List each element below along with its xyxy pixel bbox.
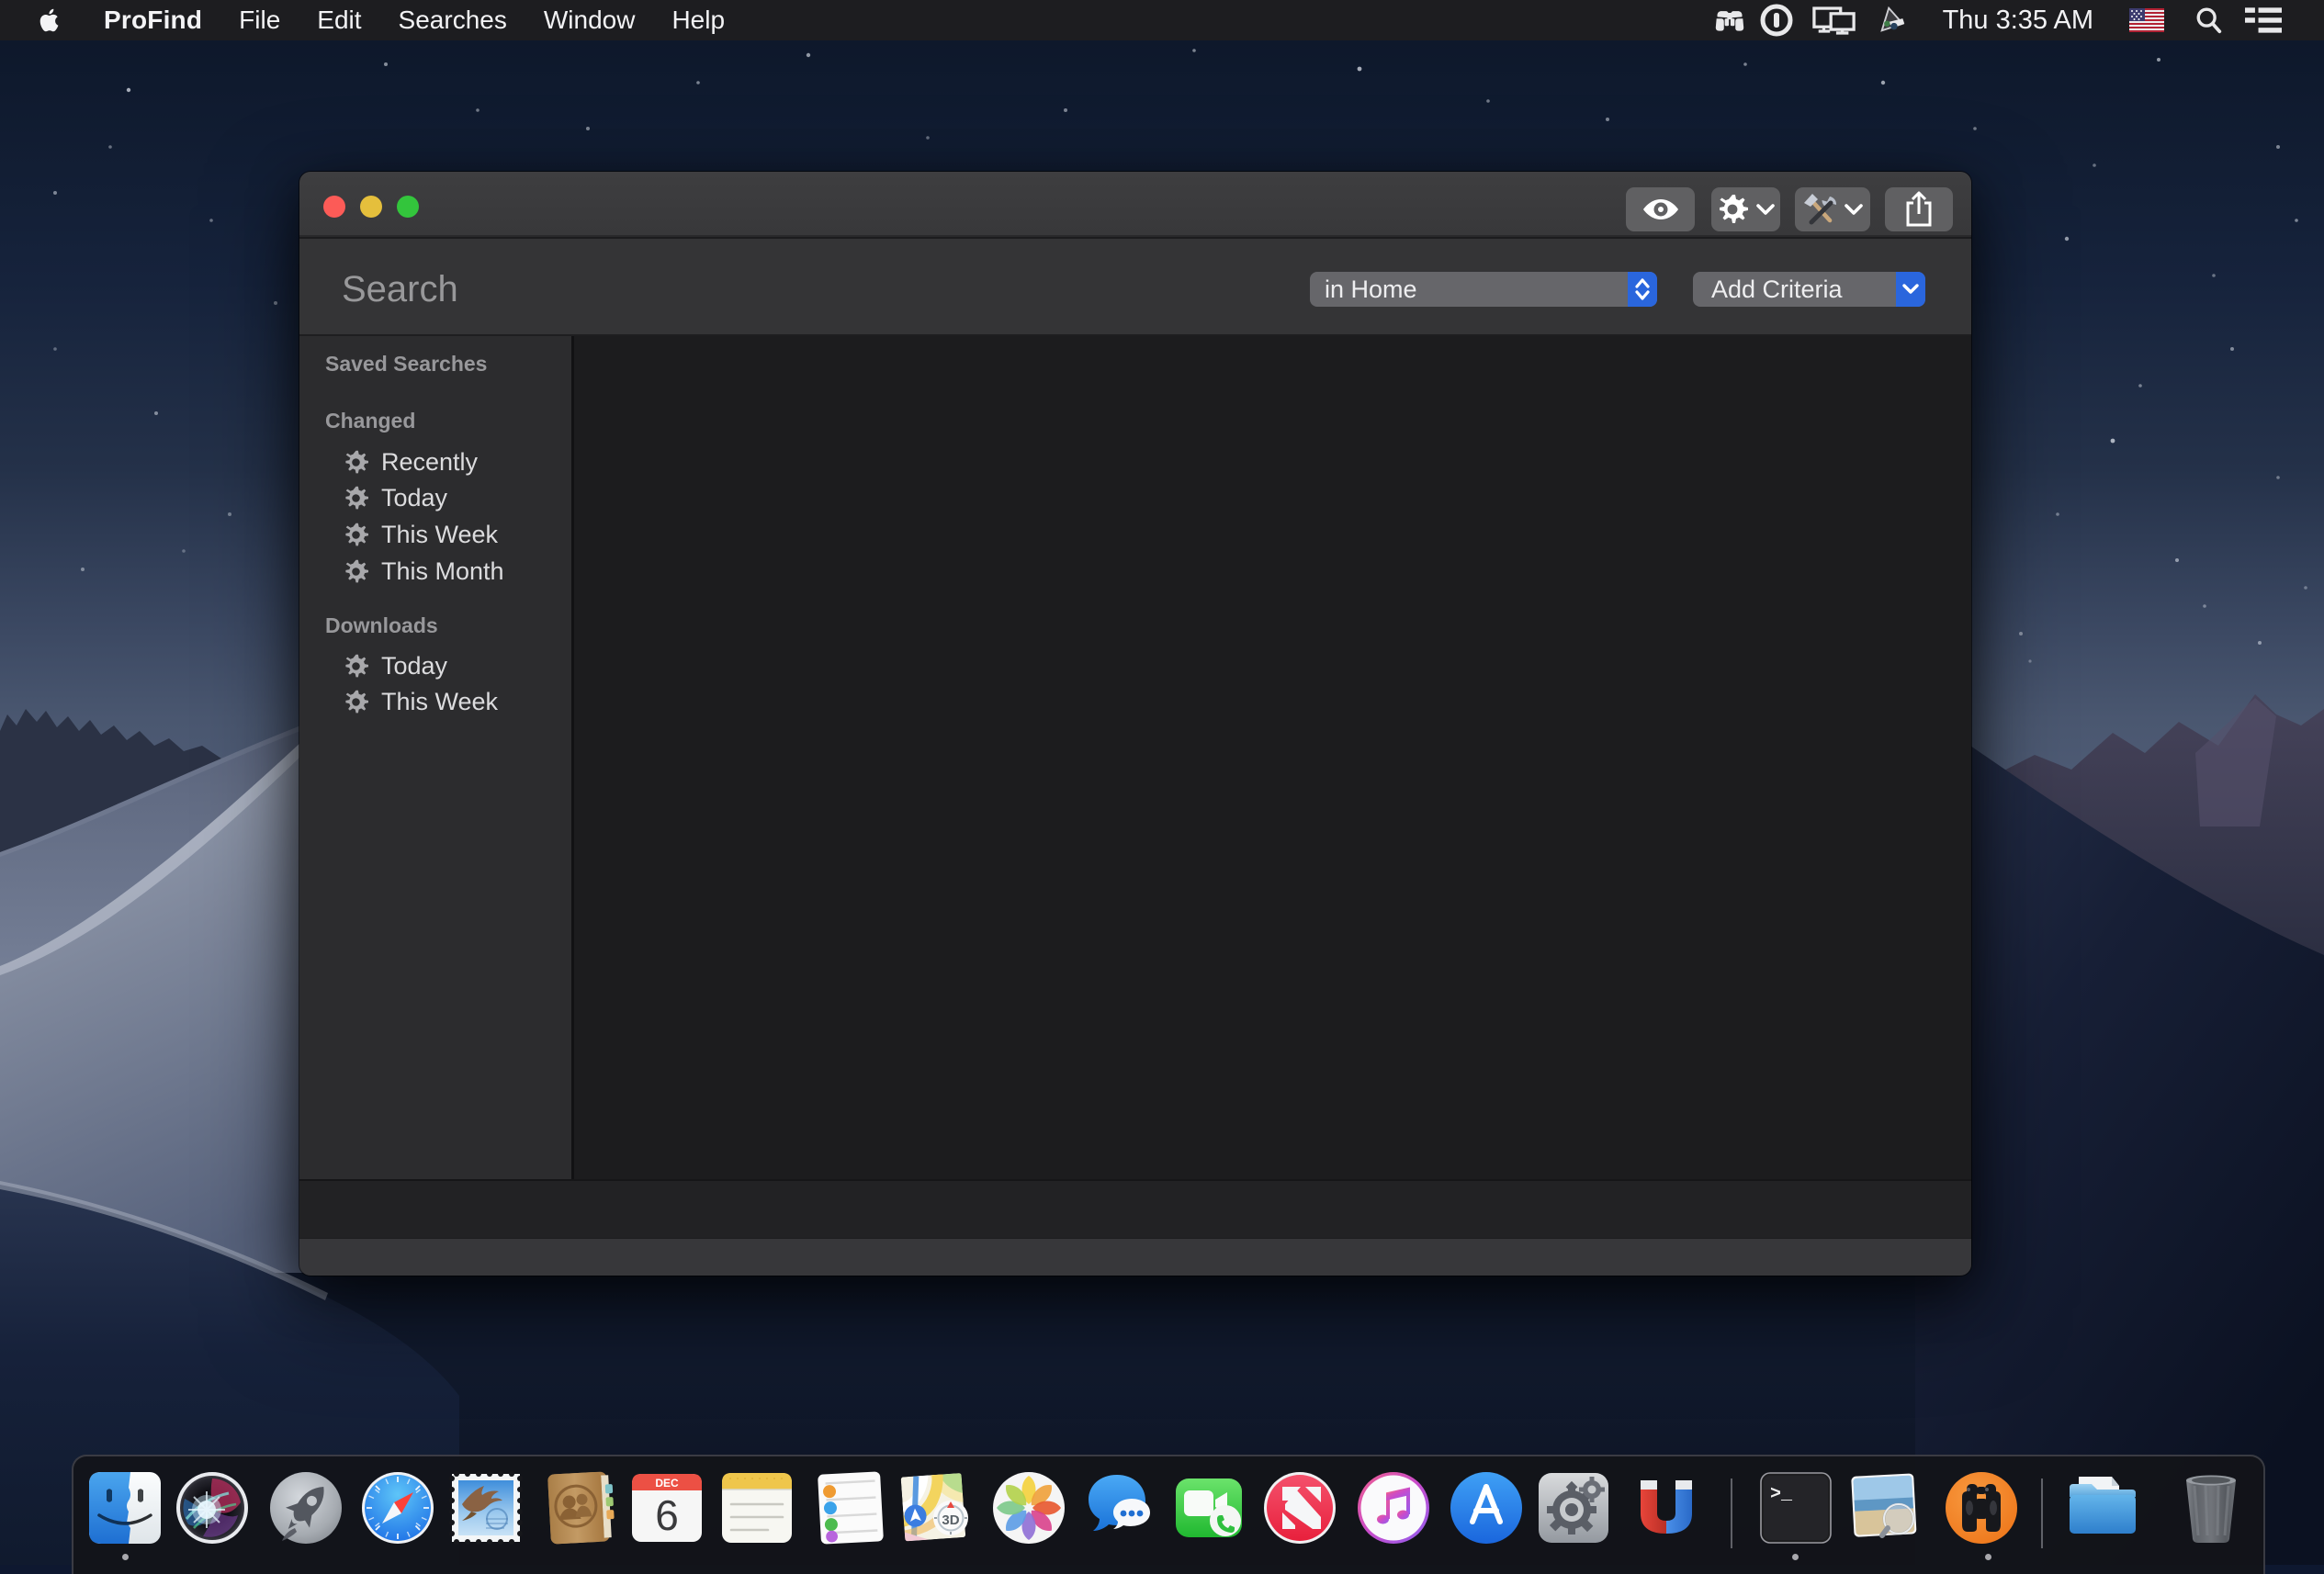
svg-text:3D: 3D bbox=[942, 1512, 959, 1528]
svg-text:6: 6 bbox=[655, 1491, 679, 1539]
svg-text:DEC: DEC bbox=[655, 1477, 679, 1490]
svg-text:>_: >_ bbox=[1770, 1484, 1793, 1505]
